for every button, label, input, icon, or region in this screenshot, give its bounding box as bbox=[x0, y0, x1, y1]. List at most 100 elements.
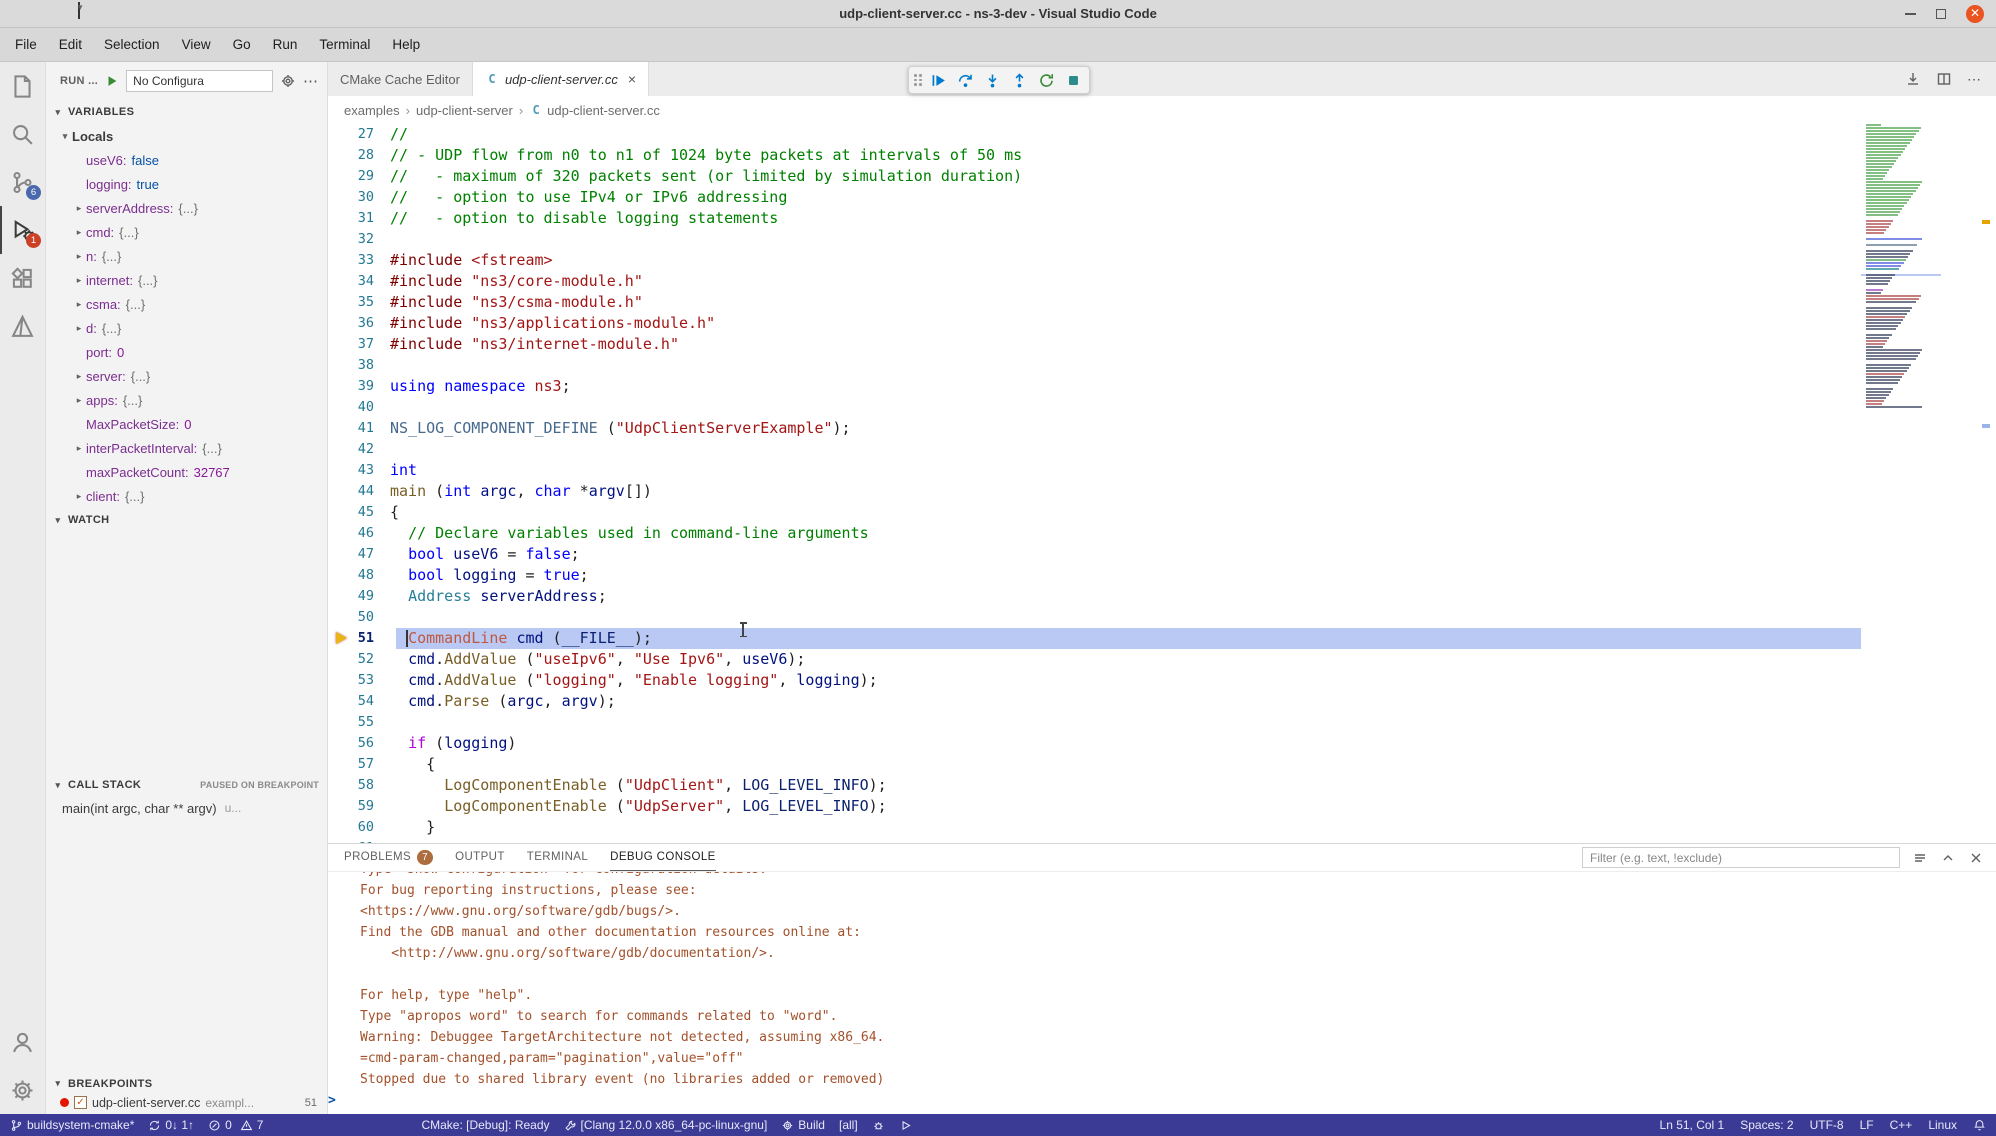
code-line[interactable]: 29// - maximum of 320 packets sent (or l… bbox=[328, 166, 1996, 187]
restart-button[interactable] bbox=[1034, 68, 1058, 92]
git-branch-indicator[interactable]: buildsystem-cmake* bbox=[10, 1118, 134, 1132]
code-line[interactable]: 54 cmd.Parse (argc, argv); bbox=[328, 691, 1996, 712]
breadcrumb-item[interactable]: udp-client-server bbox=[416, 103, 513, 118]
code-line[interactable]: 28// - UDP flow from n0 to n1 of 1024 by… bbox=[328, 145, 1996, 166]
code-line[interactable]: 27// bbox=[328, 124, 1996, 145]
step-over-button[interactable] bbox=[953, 68, 977, 92]
cursor-position[interactable]: Ln 51, Col 1 bbox=[1660, 1118, 1725, 1132]
minimap[interactable] bbox=[1861, 124, 1941, 843]
variable-row[interactable]: ▸apps:{...} bbox=[46, 388, 327, 412]
restore-button[interactable] bbox=[1936, 9, 1946, 19]
code-line[interactable]: 42 bbox=[328, 439, 1996, 460]
code-line[interactable]: 38 bbox=[328, 355, 1996, 376]
code-line[interactable]: 35#include "ns3/csma-module.h" bbox=[328, 292, 1996, 313]
tab-cmake-cache-editor[interactable]: CMake Cache Editor bbox=[328, 62, 473, 96]
extensions-icon[interactable] bbox=[0, 254, 45, 302]
breadcrumb-item[interactable]: examples bbox=[344, 103, 400, 118]
tab-udp-client-server-cc[interactable]: Cudp-client-server.cc× bbox=[473, 62, 649, 96]
step-out-button[interactable] bbox=[1007, 68, 1031, 92]
run-and-debug-icon[interactable]: 1 bbox=[0, 206, 45, 254]
cmake-icon[interactable] bbox=[0, 302, 45, 350]
code-line[interactable]: 43int bbox=[328, 460, 1996, 481]
code-line[interactable]: 45{ bbox=[328, 502, 1996, 523]
watch-header[interactable]: ▾ WATCH bbox=[46, 508, 327, 532]
cmake-build-button[interactable]: Build bbox=[781, 1118, 825, 1132]
more-actions-icon[interactable]: ⋯ bbox=[1967, 71, 1982, 88]
variable-row[interactable]: ▸server:{...} bbox=[46, 364, 327, 388]
variable-row[interactable]: ▸serverAddress:{...} bbox=[46, 196, 327, 220]
code-line[interactable]: 52 cmd.AddValue ("useIpv6", "Use Ipv6", … bbox=[328, 649, 1996, 670]
code-line[interactable]: 61 bbox=[328, 838, 1996, 843]
encoding-indicator[interactable]: UTF-8 bbox=[1810, 1118, 1844, 1132]
code-line[interactable]: 59 LogComponentEnable ("UdpServer", LOG_… bbox=[328, 796, 1996, 817]
code-line[interactable]: 58 LogComponentEnable ("UdpClient", LOG_… bbox=[328, 775, 1996, 796]
variable-row[interactable]: maxPacketCount:32767 bbox=[46, 460, 327, 484]
panel-tab-problems[interactable]: PROBLEMS7 bbox=[344, 844, 433, 871]
close-window-button[interactable]: ✕ bbox=[1966, 5, 1984, 23]
code-line[interactable]: 39using namespace ns3; bbox=[328, 376, 1996, 397]
variable-row[interactable]: ▸n:{...} bbox=[46, 244, 327, 268]
minimize-button[interactable] bbox=[1905, 13, 1916, 15]
code-line[interactable]: 33#include <fstream> bbox=[328, 250, 1996, 271]
os-indicator[interactable]: Linux bbox=[1928, 1118, 1957, 1132]
breadcrumb-item[interactable]: Cudp-client-server.cc bbox=[529, 103, 660, 118]
code-line[interactable]: 56 if (logging) bbox=[328, 733, 1996, 754]
breakpoint-row[interactable]: ✓ udp-client-server.cc exampl... 51 bbox=[46, 1093, 327, 1112]
code-line[interactable]: 50 bbox=[328, 607, 1996, 628]
close-panel-icon[interactable] bbox=[1968, 850, 1984, 866]
drag-handle[interactable] bbox=[913, 71, 923, 89]
variable-row[interactable]: port:0 bbox=[46, 340, 327, 364]
gear-icon[interactable] bbox=[280, 73, 296, 89]
language-indicator[interactable]: C++ bbox=[1890, 1118, 1913, 1132]
cmake-debug-button[interactable] bbox=[872, 1119, 885, 1132]
console-filter-input[interactable] bbox=[1582, 847, 1900, 868]
menu-item-edit[interactable]: Edit bbox=[48, 28, 93, 62]
debug-config-dropdown[interactable]: No Configura ▾ bbox=[126, 70, 273, 92]
breakpoints-header[interactable]: ▾ BREAKPOINTS bbox=[46, 1074, 327, 1093]
debug-console-output[interactable]: Type "show configuration" for configurat… bbox=[328, 872, 1996, 1114]
sync-indicator[interactable]: 0↓ 1↑ bbox=[148, 1118, 194, 1132]
code-line[interactable]: 47 bool useV6 = false; bbox=[328, 544, 1996, 565]
code-line[interactable]: 40 bbox=[328, 397, 1996, 418]
indentation-indicator[interactable]: Spaces: 2 bbox=[1740, 1118, 1793, 1132]
code-line[interactable]: 48 bool logging = true; bbox=[328, 565, 1996, 586]
code-line[interactable]: 32 bbox=[328, 229, 1996, 250]
code-line[interactable]: 36#include "ns3/applications-module.h" bbox=[328, 313, 1996, 334]
menu-item-selection[interactable]: Selection bbox=[93, 28, 171, 62]
more-actions-icon[interactable]: ⋯ bbox=[303, 72, 319, 90]
call-stack-header[interactable]: ▾ CALL STACK PAUSED ON BREAKPOINT bbox=[46, 773, 327, 797]
code-line[interactable]: 55 bbox=[328, 712, 1996, 733]
menu-item-run[interactable]: Run bbox=[262, 28, 309, 62]
scope-locals[interactable]: ▾ Locals bbox=[46, 124, 327, 148]
menu-item-go[interactable]: Go bbox=[222, 28, 262, 62]
breakpoint-checkbox[interactable]: ✓ bbox=[74, 1096, 87, 1109]
code-editor[interactable]: 27//28// - UDP flow from n0 to n1 of 102… bbox=[328, 124, 1996, 843]
stack-frame-row[interactable]: main(int argc, char ** argv) u... bbox=[46, 797, 327, 819]
variable-row[interactable]: ▸d:{...} bbox=[46, 316, 327, 340]
variable-row[interactable]: MaxPacketSize:0 bbox=[46, 412, 327, 436]
variable-row[interactable]: ▸cmd:{...} bbox=[46, 220, 327, 244]
code-line[interactable]: 31// - option to disable logging stateme… bbox=[328, 208, 1996, 229]
code-line[interactable]: 53 cmd.AddValue ("logging", "Enable logg… bbox=[328, 670, 1996, 691]
source-control-icon[interactable]: 6 bbox=[0, 158, 45, 206]
variable-row[interactable]: ▸internet:{...} bbox=[46, 268, 327, 292]
eol-indicator[interactable]: LF bbox=[1860, 1118, 1874, 1132]
menu-item-file[interactable]: File bbox=[4, 28, 48, 62]
split-editor-icon[interactable] bbox=[1936, 71, 1952, 87]
code-line[interactable]: 34#include "ns3/core-module.h" bbox=[328, 271, 1996, 292]
variables-header[interactable]: ▾ VARIABLES bbox=[46, 100, 327, 124]
variable-row[interactable]: ▸client:{...} bbox=[46, 484, 327, 508]
stop-button[interactable] bbox=[1061, 68, 1085, 92]
cmake-build-target[interactable]: [all] bbox=[839, 1118, 858, 1132]
code-line[interactable]: 44main (int argc, char *argv[]) bbox=[328, 481, 1996, 502]
problems-indicator[interactable]: 0 7 bbox=[208, 1118, 263, 1132]
explorer-icon[interactable] bbox=[0, 62, 45, 110]
variable-row[interactable]: ▸interPacketInterval:{...} bbox=[46, 436, 327, 460]
notifications-bell[interactable] bbox=[1973, 1119, 1986, 1132]
step-into-button[interactable] bbox=[980, 68, 1004, 92]
cmake-launch-button[interactable] bbox=[899, 1119, 912, 1132]
menu-item-view[interactable]: View bbox=[171, 28, 222, 62]
console-prompt[interactable]: > bbox=[328, 1090, 1996, 1111]
code-line[interactable]: 46 // Declare variables used in command-… bbox=[328, 523, 1996, 544]
menu-item-help[interactable]: Help bbox=[381, 28, 431, 62]
